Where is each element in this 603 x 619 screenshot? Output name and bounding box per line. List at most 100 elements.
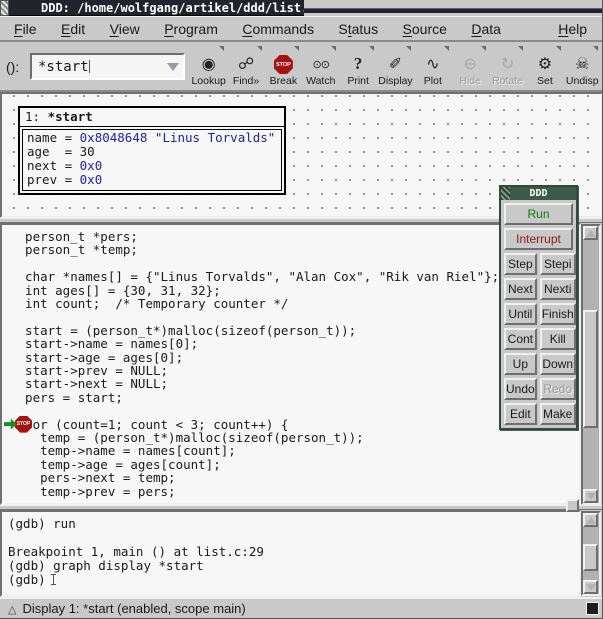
source-line[interactable]: start->next = NULL; <box>10 377 579 390</box>
display-field-row[interactable]: prev=0x0 <box>27 173 277 187</box>
run-button[interactable]: Run <box>504 203 573 225</box>
toolbar-buttons: ◉ Lookup ☍ Find» STOP Break ⊙⊙ Watch <box>190 44 601 90</box>
menu-item[interactable]: File <box>4 17 47 40</box>
field-name: next <box>27 159 57 173</box>
toolbar-button[interactable]: ☍ Find» <box>227 44 264 90</box>
gdb-console[interactable]: (gdb) run Breakpoint 1, main () at list.… <box>0 510 581 597</box>
source-line[interactable]: start->prev = NULL; <box>10 364 579 377</box>
toolbar-button[interactable]: STOP Break <box>265 44 302 90</box>
display-field-row[interactable]: next=0x0 <box>27 159 277 173</box>
command-button[interactable]: Step <box>504 253 537 275</box>
display-expression: *start <box>48 109 93 124</box>
command-button[interactable]: Cont <box>504 328 537 350</box>
menu-item[interactable]: Program <box>154 17 228 40</box>
source-line[interactable]: temp->name = names[count]; <box>10 444 579 457</box>
pane-sash-grip[interactable] <box>566 499 579 512</box>
source-line[interactable]: int ages[] = {30, 31, 32}; <box>10 284 579 297</box>
menu-item[interactable]: View <box>100 17 150 40</box>
command-tool-panel: DDD Run Interrupt Step Stepi Next Nexti … <box>499 185 578 430</box>
toolbar-button[interactable]: ⚙ Set <box>526 44 563 90</box>
source-line[interactable]: temp->age = ages[count]; <box>10 458 579 471</box>
menu-item[interactable]: Help <box>548 17 597 40</box>
source-line[interactable]: STOP for (count=1; count < 3; count++) { <box>10 418 579 431</box>
source-line[interactable] <box>10 257 579 270</box>
source-line[interactable]: start = (person_t*)malloc(sizeof(person_… <box>10 324 579 337</box>
toolbar-button-label: Undisp <box>566 75 599 87</box>
toolbar-button[interactable]: ⊙⊙ Watch <box>302 44 339 90</box>
toolbar-button[interactable]: ⊖ Hide <box>452 44 489 90</box>
toolbar-button[interactable]: ✐ Display <box>377 44 414 90</box>
menu-item[interactable]: Commands <box>232 17 324 40</box>
source-line[interactable]: temp = (person_t*)malloc(sizeof(person_t… <box>10 431 579 444</box>
plot-curve-icon: ∿ <box>426 54 439 74</box>
source-line[interactable]: start->age = ages[0]; <box>10 351 579 364</box>
source-line[interactable]: pers->next = temp; <box>10 471 579 484</box>
source-line[interactable]: temp->prev = pers; <box>10 485 579 498</box>
scroll-down-icon[interactable] <box>583 580 598 594</box>
command-button[interactable]: Until <box>504 303 537 325</box>
combo-dropdown-icon[interactable] <box>167 63 179 71</box>
set-gear-icon: ⚙ <box>538 54 552 74</box>
command-button[interactable]: Edit <box>504 403 537 425</box>
menu-item[interactable]: Data <box>461 17 511 40</box>
display-field-row[interactable]: age=30 <box>27 145 277 159</box>
command-button[interactable]: Next <box>504 278 537 300</box>
command-tool-grip-icon[interactable] <box>501 187 510 200</box>
scroll-down-icon[interactable] <box>583 489 598 503</box>
toolbar-button[interactable]: ? Print <box>339 44 376 90</box>
source-scrollbar[interactable] <box>581 224 601 505</box>
command-button[interactable]: Down <box>540 353 576 375</box>
scroll-up-icon[interactable] <box>583 226 598 240</box>
toolbar-button[interactable]: ☠ Undisp <box>564 44 601 90</box>
field-name: prev <box>27 173 57 187</box>
source-line[interactable]: char *names[] = {"Linus Torvalds", "Alan… <box>10 270 579 283</box>
display-node-start[interactable]: 1: *start name=0x8048648 "Linus Torvalds… <box>18 106 286 195</box>
interrupt-button[interactable]: Interrupt <box>504 228 573 250</box>
console-scrollbar-thumb[interactable] <box>583 544 598 571</box>
window-resize-grip-icon[interactable] <box>0 0 9 16</box>
scroll-up-icon[interactable] <box>583 513 598 527</box>
source-line[interactable] <box>10 310 579 323</box>
source-line[interactable]: start->name = names[0]; <box>10 337 579 350</box>
display-field-row[interactable]: name=0x8048648 "Linus Torvalds" <box>27 131 277 145</box>
source-line[interactable] <box>10 404 579 417</box>
console-scrollbar[interactable] <box>581 511 601 596</box>
status-bar: △Display 1: *start (enabled, scope main) <box>0 597 603 619</box>
status-toggle-triangle-icon[interactable]: △ <box>8 600 16 619</box>
command-button[interactable]: Up <box>504 353 537 375</box>
menu-item[interactable]: Source <box>393 17 457 40</box>
command-button[interactable]: Redo <box>540 378 576 400</box>
console-line <box>8 531 579 545</box>
window-title[interactable]: DDD: /home/wolfgang/artikel/ddd/list.c <box>9 0 304 16</box>
console-line: Breakpoint 1, main () at list.c:29 <box>8 545 579 559</box>
command-button[interactable]: Undo <box>504 378 537 400</box>
source-line[interactable]: person_t *temp; <box>10 243 579 256</box>
menu-item[interactable]: Edit <box>51 17 95 40</box>
source-scrollbar-thumb[interactable] <box>583 310 598 428</box>
source-line[interactable]: person_t *pers; <box>10 230 579 243</box>
toolbar-button[interactable]: ↻ Rotate <box>489 44 526 90</box>
command-button[interactable]: Nexti <box>540 278 576 300</box>
command-button[interactable]: Finish <box>540 303 576 325</box>
corner-resize-grip[interactable] <box>586 602 599 615</box>
command-button[interactable]: Kill <box>540 328 576 350</box>
source-line[interactable]: int count; /* Temporary counter */ <box>10 297 579 310</box>
watch-eyes-icon: ⊙⊙ <box>313 54 329 74</box>
source-line[interactable]: pers = start; <box>10 391 579 404</box>
toolbar-button[interactable]: ∿ Plot <box>414 44 451 90</box>
toolbar-button[interactable]: ◉ Lookup <box>190 44 227 90</box>
argument-field-label: (): <box>6 59 19 75</box>
console-line: (gdb) <box>8 573 579 587</box>
break-stopsign-icon: STOP <box>274 55 293 74</box>
command-button[interactable]: Make <box>540 403 576 425</box>
source-view[interactable]: person_t *pers; person_t *temp; char *na… <box>0 223 581 505</box>
source-line-text: int count; /* Temporary counter */ <box>10 296 288 311</box>
command-button[interactable]: Stepi <box>540 253 576 275</box>
display-number: 1: <box>25 109 40 124</box>
toolbar-button-label: Plot <box>424 75 442 87</box>
argument-input[interactable]: *start <box>30 53 185 80</box>
command-tool-titlebar[interactable]: DDD <box>501 187 576 200</box>
display-node-title[interactable]: 1: *start <box>20 108 284 127</box>
menu-item[interactable]: Status <box>328 17 388 40</box>
toolbar-button-label: Break <box>270 75 297 87</box>
